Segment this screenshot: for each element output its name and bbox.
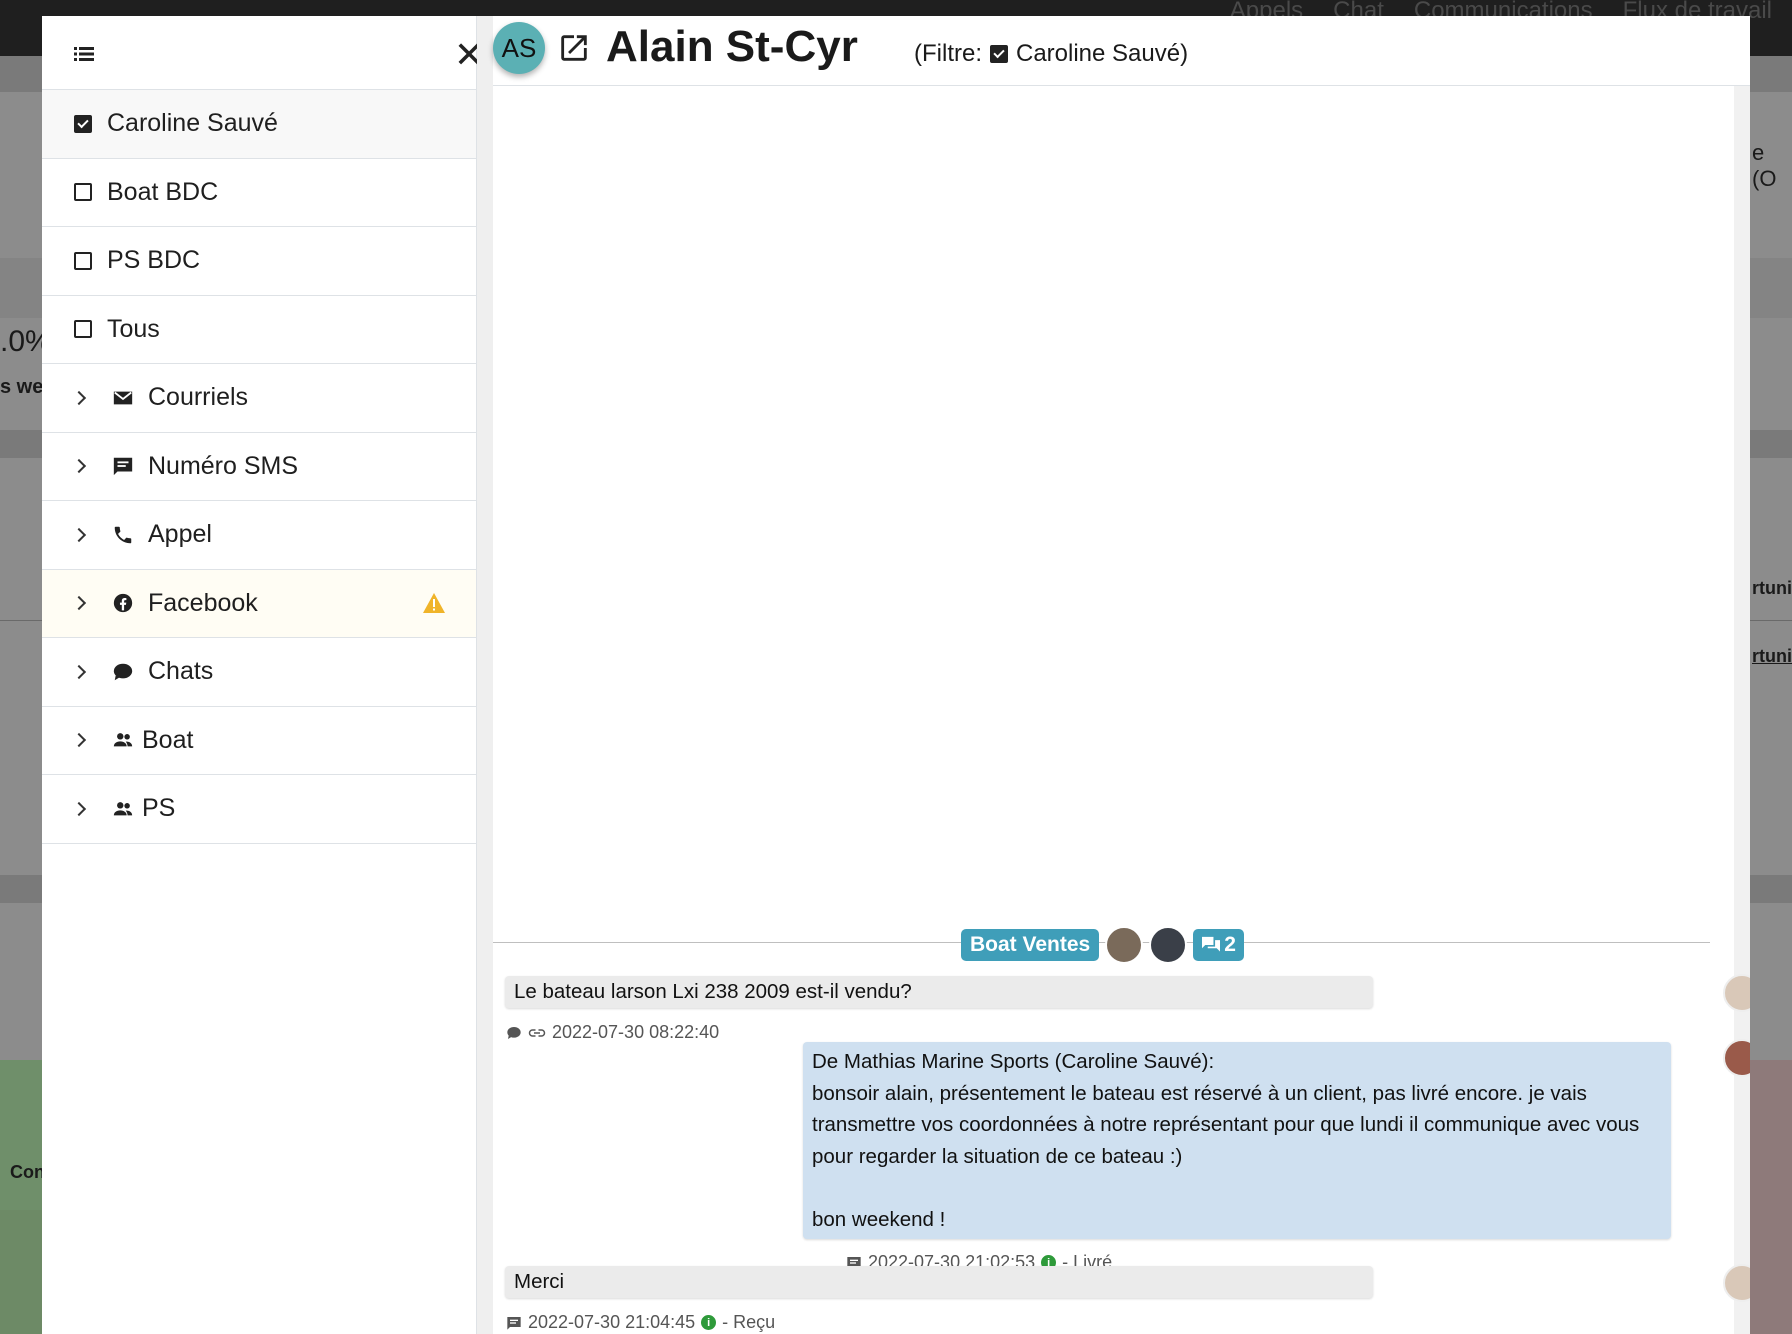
group-numero-sms[interactable]: Numéro SMS <box>42 433 476 501</box>
message-meta: 2022-07-30 08:22:40 <box>506 1022 719 1043</box>
message-meta: 2022-07-30 21:04:45 i - Reçu <box>506 1312 775 1333</box>
filter-value: Caroline Sauvé) <box>1016 40 1189 67</box>
filter-ps-bdc[interactable]: PS BDC <box>42 227 476 296</box>
open-external-icon[interactable] <box>557 31 591 65</box>
contact-name: Alain St-Cyr <box>606 22 858 71</box>
group-chats[interactable]: Chats <box>42 638 476 707</box>
filter-tous[interactable]: Tous <box>42 296 476 364</box>
agent-avatar <box>1723 1039 1750 1077</box>
filter-label: Caroline Sauvé <box>107 109 278 138</box>
conversation-scrollbar[interactable] <box>1734 86 1750 1334</box>
chevron-right-icon <box>71 390 87 405</box>
active-filter: (Filtre: Caroline Sauvé) <box>914 40 1188 68</box>
message-count: 2 <box>1224 933 1236 956</box>
message-incoming: Le bateau larson Lxi 238 2009 est-il ven… <box>505 976 1373 1008</box>
bg-fragment: rtunit <box>1752 578 1792 598</box>
group-label: PS <box>142 794 176 823</box>
group-appel[interactable]: Appel <box>42 501 476 570</box>
conversation-group-bar: Boat Ventes 2 <box>961 926 1244 964</box>
checkbox-icon[interactable] <box>74 320 92 339</box>
conversation-panel: AS Alain St-Cyr (Filtre: Caroline Sauvé)… <box>493 16 1750 1334</box>
sms-icon <box>507 1316 521 1330</box>
phone-icon <box>114 526 132 543</box>
checkbox-checked-icon[interactable] <box>74 114 92 133</box>
group-label: Numéro SMS <box>148 451 299 480</box>
link-icon <box>528 1028 546 1037</box>
group-courriels[interactable]: Courriels <box>42 364 476 433</box>
filter-label: PS BDC <box>107 246 201 275</box>
filter-boat-bdc[interactable]: Boat BDC <box>42 159 476 227</box>
people-icon <box>113 801 133 816</box>
chevron-right-icon <box>71 596 87 611</box>
group-label: Boat <box>142 725 194 754</box>
conversation-header: AS Alain St-Cyr (Filtre: Caroline Sauvé) <box>493 16 1750 86</box>
sender-avatar <box>1723 974 1750 1012</box>
sidebar-scrollbar[interactable] <box>477 16 493 1334</box>
chevron-right-icon <box>71 801 87 816</box>
message-incoming: Merci <box>505 1266 1373 1298</box>
checkbox-icon[interactable] <box>74 251 92 270</box>
bg-fragment: s we <box>0 376 44 398</box>
participant-avatar[interactable] <box>1149 926 1188 964</box>
chevron-right-icon <box>71 527 87 542</box>
message-count-badge[interactable]: 2 <box>1193 929 1244 961</box>
background-red-card <box>1747 1060 1792 1334</box>
conversation-modal: ✕ Caroline Sauvé Boat BDC PS BDC Tous Co… <box>42 16 1750 1334</box>
group-facebook[interactable]: Facebook <box>42 569 476 638</box>
group-boat[interactable]: Boat <box>42 707 476 775</box>
filter-label: Boat BDC <box>107 177 219 206</box>
messages-icon <box>1202 936 1221 952</box>
message-closing: bon weekend ! <box>812 1207 946 1231</box>
chat-bubble-icon <box>507 1026 521 1039</box>
filter-label: Tous <box>107 314 160 343</box>
group-badge[interactable]: Boat Ventes <box>961 929 1100 961</box>
info-icon[interactable]: i <box>701 1315 717 1330</box>
people-icon <box>113 733 133 747</box>
group-label: Appel <box>148 520 212 549</box>
group-label: Courriels <box>148 383 249 412</box>
message-timestamp: 2022-07-30 21:04:45 <box>528 1312 696 1332</box>
group-label: Facebook <box>148 588 258 617</box>
group-ps[interactable]: PS <box>42 775 476 844</box>
checkbox-checked-icon <box>990 45 1008 63</box>
group-label: Chats <box>148 657 214 686</box>
background-green-card <box>0 1210 42 1334</box>
warning-icon <box>423 592 445 613</box>
contact-avatar[interactable]: AS <box>493 22 545 74</box>
participant-avatar[interactable] <box>1105 926 1144 964</box>
bg-fragment: Con <box>10 1162 45 1182</box>
mail-icon <box>113 391 133 405</box>
sidebar-header: ✕ <box>42 16 484 90</box>
channel-sidebar: ✕ Caroline Sauvé Boat BDC PS BDC Tous Co… <box>42 16 484 1334</box>
bg-fragment: e (O <box>1752 140 1777 191</box>
bg-fragment: rtunit <box>1752 646 1792 666</box>
background-green-card <box>0 1060 42 1210</box>
facebook-icon <box>113 594 133 613</box>
message-body: bonsoir alain, présentement le bateau es… <box>812 1081 1640 1168</box>
message-timestamp: 2022-07-30 08:22:40 <box>552 1022 720 1042</box>
sender-avatar <box>1723 1264 1750 1302</box>
message-outgoing: De Mathias Marine Sports (Caroline Sauvé… <box>803 1042 1671 1239</box>
sms-icon <box>113 458 133 476</box>
filter-prefix: (Filtre: <box>914 40 982 67</box>
chevron-right-icon <box>71 459 87 474</box>
checkbox-icon[interactable] <box>74 183 92 202</box>
chat-bubble-icon <box>113 663 133 680</box>
list-icon[interactable] <box>74 46 94 62</box>
chevron-right-icon <box>71 664 87 679</box>
filter-caroline-sauve[interactable]: Caroline Sauvé <box>42 90 476 159</box>
chevron-right-icon <box>71 733 87 748</box>
message-sender-line: De Mathias Marine Sports (Caroline Sauvé… <box>812 1050 1215 1073</box>
message-status: - Reçu <box>722 1312 776 1332</box>
